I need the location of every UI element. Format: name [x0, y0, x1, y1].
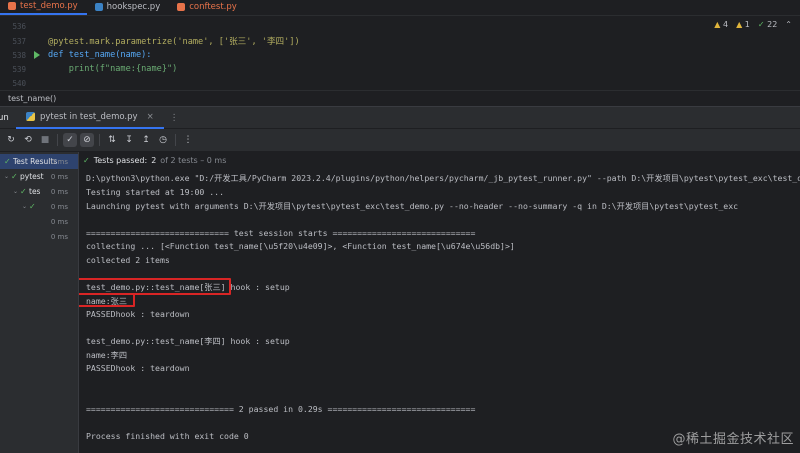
console-line: test_demo.py::test_name[李四] hook : setup	[86, 336, 290, 346]
line-number: 536	[12, 21, 26, 31]
test-results-tree: ✓ Test Results 0 ms ⌄ ✓ pytest 0 ms ⌄ ✓ …	[0, 152, 78, 453]
tab-label: conftest.py	[189, 2, 237, 12]
python-file-icon	[177, 3, 186, 11]
passed-check-icon: ✓	[20, 187, 27, 196]
tab-hookspec[interactable]: hookspec.py	[87, 0, 170, 15]
code-line: 540	[0, 76, 800, 90]
console-line: Testing started at 19:00 ...	[86, 187, 225, 197]
passed-check-icon: ✓	[29, 202, 36, 211]
tree-item-time: 0 ms	[50, 172, 68, 181]
passed-check-icon: ✓	[11, 172, 18, 181]
console-line: Launching pytest with arguments D:\开发项目\…	[86, 201, 739, 211]
python-file-icon	[8, 2, 16, 10]
code-text: def test_name(name):	[48, 50, 152, 60]
tree-item-test-case[interactable]: 0 ms	[0, 229, 78, 244]
show-passed-icon[interactable]: ✓	[63, 133, 77, 147]
code-line: 539 print(f"name:{name}")	[0, 62, 800, 76]
breadcrumb-item[interactable]: test_name()	[8, 94, 56, 103]
tree-item-label: pytest	[20, 172, 44, 181]
console-line: Process finished with exit code 0	[86, 431, 249, 441]
watermark: @稀土掘金技术社区	[672, 432, 794, 447]
console-line: collecting ... [<Function test_name[\u5f…	[86, 241, 515, 251]
tree-item-time: 0 ms	[50, 217, 68, 226]
code-line: 538 def test_name(name):	[0, 48, 800, 62]
tree-item-test-results[interactable]: ✓ Test Results 0 ms	[0, 154, 78, 169]
line-number: 539	[12, 64, 26, 74]
console-status-bar: ✓ Tests passed: 2 of 2 tests – 0 ms	[79, 152, 800, 168]
tree-item-label: tes	[29, 187, 41, 196]
more-options-icon[interactable]: ⋮	[170, 113, 179, 123]
tab-conftest[interactable]: conftest.py	[169, 0, 246, 15]
tree-item-test-func[interactable]: ⌄ ✓ 0 ms	[0, 199, 78, 214]
run-window-title: un	[0, 112, 9, 123]
code-line: 537 @pytest.mark.parametrize('name', ['张…	[0, 34, 800, 48]
tree-item-time: 0 ms	[50, 232, 68, 241]
run-tool-window-header: un pytest in test_demo.py × ⋮	[0, 106, 800, 129]
tree-item-pytest[interactable]: ⌄ ✓ pytest 0 ms	[0, 169, 78, 184]
passed-check-icon: ✓	[4, 157, 11, 166]
console-line: PASSEDhook : teardown	[86, 363, 190, 373]
tree-item-time: 0 ms	[50, 187, 68, 196]
chevron-down-icon[interactable]: ⌄	[13, 188, 20, 195]
tree-item-test-file[interactable]: ⌄ ✓ tes 0 ms	[0, 184, 78, 199]
console-line: ============================= test sessi…	[86, 228, 476, 238]
run-toolbar: ↻ ⟲ ■ ✓ ⊘ ⇅ ↧ ↥ ◷ ⋮	[0, 129, 800, 151]
run-gutter-icon[interactable]	[34, 51, 40, 59]
console-line: name:李四	[86, 350, 128, 360]
chevron-down-icon[interactable]: ⌄	[22, 203, 29, 210]
tab-test-demo[interactable]: test_demo.py	[0, 0, 87, 15]
editor-tab-bar: test_demo.py hookspec.py conftest.py	[0, 0, 800, 16]
tree-item-time: 0 ms	[50, 202, 68, 211]
python-file-icon	[94, 3, 103, 11]
tests-passed-count: 2	[151, 155, 157, 165]
console-line: D:\python3\python.exe "D:/开发工具/PyCharm 2…	[86, 173, 800, 183]
history-icon[interactable]: ◷	[156, 133, 170, 147]
more-options-icon[interactable]: ⋮	[181, 133, 195, 147]
line-number: 537	[12, 36, 26, 46]
code-text: @pytest.mark.parametrize('name', ['张三', …	[48, 37, 300, 47]
pytest-icon	[26, 112, 35, 121]
line-number: 540	[12, 78, 26, 88]
run-config-tab[interactable]: pytest in test_demo.py ×	[16, 107, 164, 129]
sort-icon[interactable]: ⇅	[105, 133, 119, 147]
show-ignored-icon[interactable]: ⊘	[80, 133, 94, 147]
rerun-failed-icon[interactable]: ⟲	[21, 133, 35, 147]
console-output[interactable]: D:\python3\python.exe "D:/开发工具/PyCharm 2…	[79, 168, 800, 453]
run-config-label: pytest in test_demo.py	[40, 111, 138, 122]
export-icon[interactable]: ↥	[139, 133, 153, 147]
tab-label: test_demo.py	[20, 1, 78, 11]
console-line: collected 2 items	[86, 255, 170, 265]
stop-icon[interactable]: ■	[38, 133, 52, 147]
code-editor[interactable]: ▲ 4 ▲ 1 ✓ 22 ⌃ 536 537 @pytest.mark.para…	[0, 17, 800, 89]
close-icon[interactable]: ×	[147, 112, 154, 122]
line-number: 538	[12, 50, 26, 60]
rerun-icon[interactable]: ↻	[4, 133, 18, 147]
code-text: print(f"name:{name}")	[48, 64, 178, 74]
console-line: ============================== 2 passed …	[86, 404, 476, 414]
passed-check-icon: ✓	[83, 155, 90, 165]
tests-passed-detail: of 2 tests – 0 ms	[160, 155, 227, 165]
console-line: PASSEDhook : teardown	[86, 309, 190, 319]
tests-passed-label: Tests passed:	[93, 155, 148, 165]
tree-item-test-case[interactable]: 0 ms	[0, 214, 78, 229]
tree-item-time: 0 ms	[50, 157, 68, 166]
tab-label: hookspec.py	[106, 2, 161, 12]
chevron-down-icon[interactable]: ⌄	[4, 173, 11, 180]
highlight-box	[79, 293, 135, 307]
import-tests-icon[interactable]: ↧	[122, 133, 136, 147]
code-line: 536	[0, 19, 800, 33]
breadcrumb[interactable]: test_name()	[0, 90, 800, 105]
